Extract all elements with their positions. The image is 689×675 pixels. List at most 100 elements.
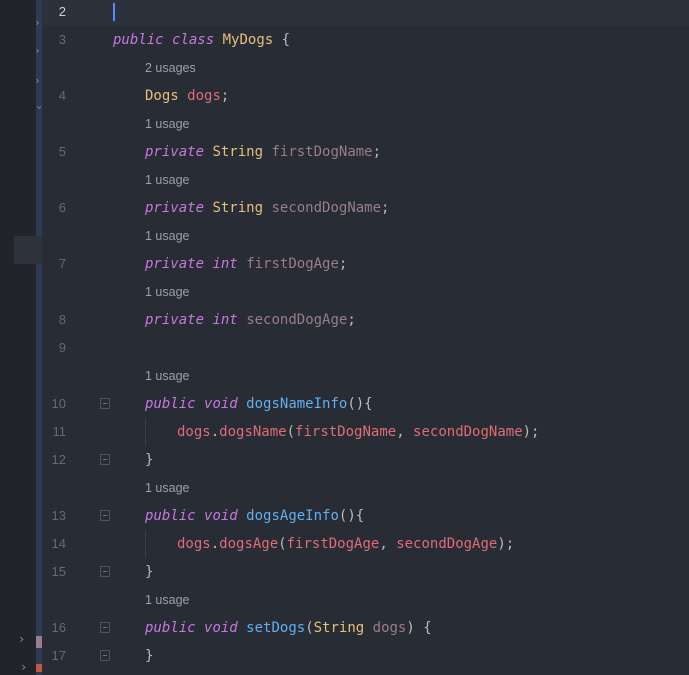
code-line[interactable]: 12 } [0,446,689,474]
semicolon: ; [347,312,356,328]
parens: (){ [347,396,373,412]
code-line[interactable]: 10 public void dogsNameInfo(){ [0,390,689,418]
comma: , [396,424,414,440]
line-number: 11 [52,424,67,439]
code-line[interactable]: 4 Dogs dogs; [0,82,689,110]
usage-hint-row[interactable]: 1 usage [0,586,689,614]
field-declaration[interactable]: private int secondDogAge; [145,306,356,334]
param-name: dogs [372,620,407,636]
code-line[interactable]: 7 private int firstDogAge; [0,250,689,278]
usage-hint[interactable]: 1 usage [145,474,189,502]
close-paren-brace: ) { [406,620,432,636]
field-ref: dogs [177,424,211,440]
method-call[interactable]: dogs.dogsName(firstDogName, secondDogNam… [177,418,539,446]
keyword: public [145,620,196,636]
usage-hint[interactable]: 1 usage [145,222,189,250]
parens: (){ [338,508,365,524]
fold-toggle-icon[interactable] [100,622,110,633]
fold-toggle-icon[interactable] [100,454,110,465]
dot: . [210,424,220,440]
line-number: 13 [51,508,66,523]
open-paren: ( [286,424,296,440]
code-line[interactable]: 14 dogs.dogsAge(firstDogAge, secondDogAg… [0,530,689,558]
chevron-right-icon[interactable]: › [20,660,27,674]
closing-brace: } [145,564,154,580]
code-line[interactable]: 9 [0,334,689,362]
fold-toggle-icon[interactable] [100,650,110,661]
line-number: 3 [58,32,66,47]
open-paren: ( [278,536,287,552]
line-number: 2 [58,4,66,19]
comma: , [379,536,397,552]
code-editor[interactable]: › › › › 2 3 public class MyDogs { 2 usag… [0,0,689,675]
argument: secondDogName [413,424,523,440]
usage-hint[interactable]: 1 usage [145,586,189,614]
keyword: public [113,32,164,48]
usage-hint-row[interactable]: 2 usages [0,54,689,82]
method-ref: dogsName [219,424,287,440]
usage-hint-row[interactable]: 1 usage [0,474,689,502]
field-declaration[interactable]: private String secondDogName; [145,194,389,222]
type-name: String [212,200,264,216]
keyword: private [145,200,205,216]
code-line[interactable]: 6 private String secondDogName; [0,194,689,222]
fold-toggle-icon[interactable] [100,566,110,577]
field-name: firstDogName [271,144,373,160]
field-declaration[interactable]: Dogs dogs; [145,82,229,110]
code-line[interactable]: 13 public void dogsAgeInfo(){ [0,502,689,530]
code-line[interactable]: 17 } [0,642,689,670]
field-name: firstDogAge [246,256,339,272]
fold-toggle-icon[interactable] [100,398,110,409]
semicolon: ; [220,88,230,104]
code-line[interactable]: 16 public void setDogs(String dogs) { [0,614,689,642]
keyword: private [145,312,205,328]
code-line[interactable]: 2 [0,0,689,26]
code-line[interactable]: 5 private String firstDogName; [0,138,689,166]
close-statement: ); [497,536,515,552]
line-number: 10 [51,396,66,411]
code-line[interactable]: 15 } [0,558,689,586]
open-paren: ( [305,620,314,636]
method-name: setDogs [246,620,306,636]
param-type: String [313,620,365,636]
method-name: dogsAgeInfo [246,508,339,524]
usage-hint[interactable]: 1 usage [145,278,189,306]
keyword: void [204,396,238,412]
field-declaration[interactable]: private int firstDogAge; [145,250,347,278]
usage-hint[interactable]: 1 usage [145,110,189,138]
brace: { [273,32,291,48]
code-line[interactable]: 11 dogs.dogsName(firstDogName, secondDog… [0,418,689,446]
close-statement: ); [522,424,540,440]
usage-hint[interactable]: 1 usage [145,166,189,194]
field-declaration[interactable]: private String firstDogName; [145,138,381,166]
field-name: secondDogAge [246,312,348,328]
method-call[interactable]: dogs.dogsAge(firstDogAge, secondDogAge); [177,530,514,558]
method-declaration[interactable]: public void dogsNameInfo(){ [145,390,373,418]
code-line[interactable]: 8 private int secondDogAge; [0,306,689,334]
usage-hint-row[interactable]: 1 usage [0,278,689,306]
chevron-right-icon[interactable]: › [18,632,25,646]
usage-hint[interactable]: 2 usages [145,54,196,82]
usage-hint-row[interactable]: 1 usage [0,110,689,138]
usage-hint-row[interactable]: 1 usage [0,222,689,250]
dot: . [210,536,220,552]
keyword: public [145,508,196,524]
method-declaration[interactable]: public void dogsAgeInfo(){ [145,502,364,530]
closing-brace: } [145,648,154,664]
keyword: public [145,396,196,412]
line-number: 4 [58,88,66,103]
class-declaration[interactable]: public class MyDogs { [113,26,290,54]
usage-hint-row[interactable]: 1 usage [0,166,689,194]
file-icon [36,636,42,648]
fold-toggle-icon[interactable] [100,510,110,521]
usage-hint[interactable]: 1 usage [145,362,189,390]
line-number: 14 [51,536,66,551]
line-number: 7 [58,256,66,271]
argument: firstDogAge [286,536,380,552]
closing-brace: } [145,452,154,468]
field-name: dogs [187,88,221,104]
usage-hint-row[interactable]: 1 usage [0,362,689,390]
method-declaration[interactable]: public void setDogs(String dogs) { [145,614,432,642]
code-line[interactable]: 3 public class MyDogs { [0,26,689,54]
keyword: void [204,620,238,636]
